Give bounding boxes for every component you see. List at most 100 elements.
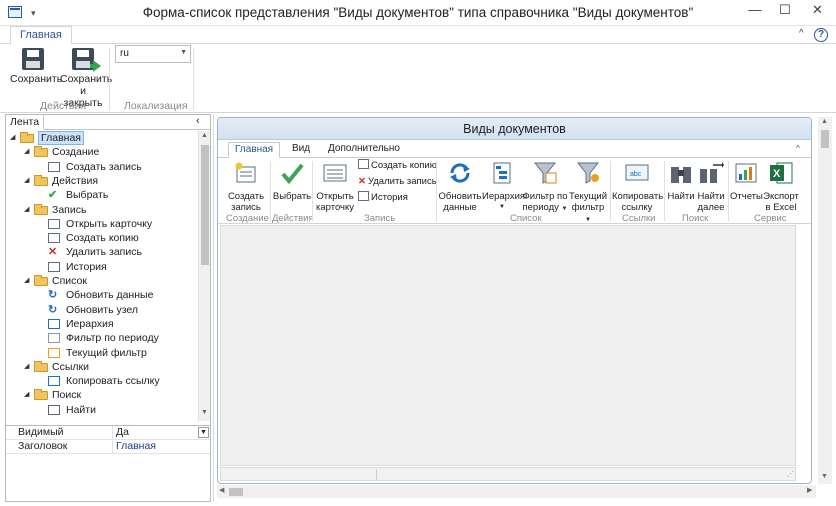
property-row[interactable]: Видимый Да ▼	[6, 426, 210, 440]
tree-item-label: Создание	[52, 146, 100, 159]
history-button[interactable]: История	[358, 191, 408, 204]
tree-item[interactable]: ◢ Список	[6, 274, 198, 288]
tree-item[interactable]: Создать запись	[6, 160, 198, 174]
scroll-down-icon[interactable]: ▼	[821, 473, 828, 480]
properties-grid: Видимый Да ▼ Заголовок Главная	[6, 425, 210, 501]
horizontal-scrollbar[interactable]: ◀ ▶	[217, 485, 816, 498]
scroll-up-icon[interactable]: ▲	[201, 132, 208, 139]
scroll-right-icon[interactable]: ▶	[807, 486, 812, 494]
tree-item[interactable]: ◢ Ссылки	[6, 360, 198, 374]
window-title: Форма-список представления "Виды докумен…	[142, 5, 694, 20]
export-excel-button[interactable]: X Экспорт в Excel	[762, 161, 800, 213]
tree-item[interactable]: ◢ Главная	[6, 131, 198, 145]
tree-item[interactable]: Текущий фильтр	[6, 346, 198, 360]
property-row[interactable]: Заголовок Главная	[6, 440, 210, 454]
tree-item[interactable]: Создать копию	[6, 231, 198, 245]
folder-icon	[34, 203, 48, 215]
tree-item[interactable]: Открыть карточку	[6, 217, 198, 231]
scroll-down-icon[interactable]: ▼	[201, 409, 208, 416]
filter-period-label-1: Фильтр по	[522, 191, 568, 202]
delete-record-button[interactable]: ✕ Удалить запись	[358, 175, 437, 188]
create-label-2: запись	[231, 202, 261, 213]
find-next-button[interactable]: Найти далее	[696, 161, 726, 213]
tree-item[interactable]: История	[6, 260, 198, 274]
tree-item[interactable]: ◢ Создание	[6, 145, 198, 159]
hierarchy-label: Иерархия	[482, 191, 526, 202]
vertical-scrollbar[interactable]: ▲ ▼	[818, 117, 832, 484]
chevron-down-icon[interactable]: ▼	[198, 427, 209, 438]
expand-arrow-icon[interactable]: ◢	[24, 174, 32, 188]
group-label-localization: Локализация	[124, 100, 188, 112]
property-key: Заголовок	[18, 440, 68, 452]
chevron-down-icon: ▼	[499, 204, 505, 210]
refresh-data-button[interactable]: Обновить данные	[438, 161, 482, 213]
hierarchy-button[interactable]: Иерархия ▼	[482, 161, 526, 213]
scroll-left-icon[interactable]: ◀	[219, 486, 224, 494]
help-icon[interactable]: ?	[814, 28, 828, 42]
tree-scrollbar[interactable]: ▲ ▼	[198, 131, 210, 421]
tree-item-label: Текущий фильтр	[66, 346, 147, 359]
expand-arrow-icon[interactable]: ◢	[24, 388, 32, 402]
expand-arrow-icon[interactable]: ◢	[24, 360, 32, 374]
maximize-button[interactable]: ☐	[770, 0, 800, 22]
link-icon	[48, 376, 60, 387]
resize-grip-icon[interactable]: ⋰	[787, 470, 794, 478]
tree-item[interactable]: Иерархия	[6, 317, 198, 331]
minimize-button[interactable]: —	[740, 0, 770, 22]
find-label: Найти	[667, 191, 695, 202]
panel-collapse-icon[interactable]: ‹	[196, 115, 200, 127]
expand-arrow-icon[interactable]: ◢	[24, 274, 32, 288]
create-record-button[interactable]: Создать запись	[224, 161, 268, 213]
tree-item[interactable]: Фильтр по периоду	[6, 331, 198, 345]
tree-item-label: Ссылки	[52, 360, 89, 373]
current-filter-button[interactable]: Текущий фильтр ▼	[568, 161, 608, 226]
tree-item[interactable]: ◢ Действия	[6, 174, 198, 188]
expand-arrow-icon[interactable]: ◢	[10, 131, 18, 145]
close-button[interactable]: ✕	[799, 0, 836, 22]
scroll-thumb[interactable]	[821, 130, 829, 148]
excel-label-2: в Excel	[765, 202, 797, 213]
current-filter-label-2: фильтр	[571, 202, 605, 213]
find-button[interactable]: Найти	[666, 161, 696, 202]
select-button[interactable]: Выбрать	[272, 161, 312, 202]
expand-arrow-icon[interactable]: ◢	[24, 203, 32, 217]
language-select[interactable]: ru ▼	[115, 45, 191, 63]
scroll-thumb[interactable]	[201, 145, 209, 265]
ribbon-collapse-icon[interactable]: ^	[799, 28, 804, 39]
tree-item[interactable]: Копировать ссылку	[6, 374, 198, 388]
tab-main[interactable]: Главная	[228, 142, 281, 158]
tree-item-label: Обновить узел	[66, 303, 139, 316]
property-value[interactable]: Да	[116, 426, 129, 439]
tab-ribbon[interactable]: Лента	[6, 115, 44, 130]
tab-additional[interactable]: Дополнительно	[322, 142, 406, 158]
floppy-disk-arrow-icon	[72, 48, 101, 72]
create-copy-button[interactable]: Создать копию	[358, 159, 437, 172]
tab-main[interactable]: Главная	[10, 26, 72, 45]
tree-item[interactable]: ✕ Удалить запись	[6, 245, 198, 259]
tree-item[interactable]: ✔ Выбрать	[6, 188, 198, 202]
folder-icon	[34, 275, 48, 286]
tree-item-label: Иерархия	[66, 317, 114, 330]
open-card-button[interactable]: Открыть карточку	[314, 161, 356, 213]
form-tab-bar: Главная Вид Дополнительно ^	[218, 140, 811, 158]
save-button[interactable]: Сохранить	[10, 48, 62, 85]
copy-link-button[interactable]: abc Копировать ссылку	[612, 161, 663, 213]
tree-item[interactable]: ◢ Запись	[6, 203, 198, 217]
tree-item[interactable]: Найти	[6, 403, 198, 417]
tree-item-label: Копировать ссылку	[66, 375, 160, 388]
scroll-up-icon[interactable]: ▲	[821, 118, 828, 125]
tree-item[interactable]: ↻ Обновить узел	[6, 303, 198, 317]
filter-period-button[interactable]: Фильтр по периоду ▼	[522, 161, 568, 215]
tree-item[interactable]: ◢ Поиск	[6, 388, 198, 402]
tab-view[interactable]: Вид	[286, 142, 316, 158]
tree-item[interactable]: ↻ Обновить данные	[6, 288, 198, 302]
group-label-list: Список	[510, 213, 542, 224]
expand-arrow-icon[interactable]: ◢	[24, 145, 32, 159]
property-value[interactable]: Главная	[116, 440, 156, 453]
reports-button[interactable]: Отчеты	[730, 161, 763, 202]
ribbon-collapse-icon[interactable]: ^	[796, 144, 800, 153]
create-label-1: Создать	[227, 191, 265, 202]
tree-item-label: Создать запись	[66, 160, 142, 173]
scroll-thumb[interactable]	[229, 488, 243, 496]
data-grid[interactable]	[220, 225, 796, 466]
